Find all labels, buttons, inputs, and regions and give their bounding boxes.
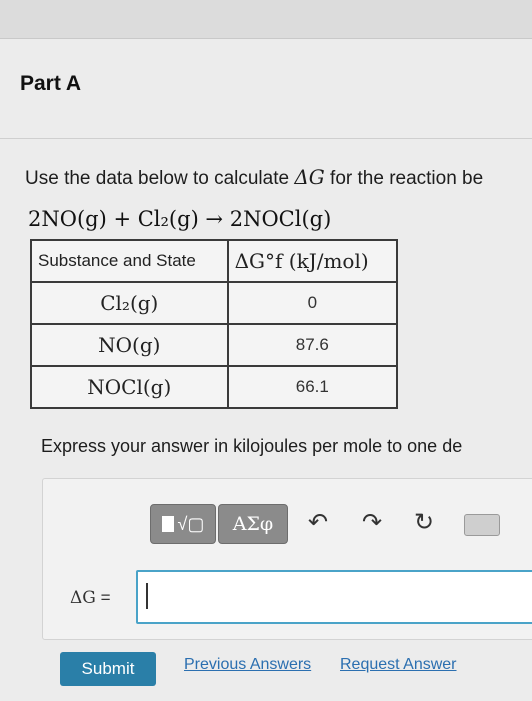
answer-symbol: ΔG <box>70 588 96 608</box>
value-cell: 87.6 <box>226 323 399 367</box>
reset-icon[interactable]: ↻ <box>414 508 434 536</box>
part-title: Part A <box>20 72 82 95</box>
answer-instruction: Express your answer in kilojoules per mo… <box>41 436 463 456</box>
question-prompt: Use the data below to calculate ΔG for t… <box>25 165 483 190</box>
prompt-symbol: ΔG <box>294 165 325 189</box>
table-row: NOCl(g) 66.1 <box>30 365 399 409</box>
previous-answers-link[interactable]: Previous Answers <box>184 656 311 674</box>
prompt-text-after: for the reaction be <box>324 168 484 189</box>
redo-icon[interactable]: ↷ <box>362 508 382 536</box>
keyboard-icon[interactable] <box>464 514 500 536</box>
table-row: NO(g) 87.6 <box>30 323 399 367</box>
radical-icon: √▢ <box>177 513 205 534</box>
substance-cell: NO(g) <box>30 323 229 367</box>
header-delta-g: ΔG°f (kJ/mol) <box>226 239 399 283</box>
answer-input[interactable] <box>136 570 532 624</box>
substance-cell: Cl₂(g) <box>30 281 229 325</box>
prompt-text: Use the data below to calculate <box>25 168 295 189</box>
header-strip <box>0 0 532 38</box>
value-cell: 0 <box>226 281 399 325</box>
table-row: Cl₂(g) 0 <box>30 281 399 325</box>
greek-symbols-button[interactable]: ΑΣφ <box>218 504 288 544</box>
table-header-row: Substance and State ΔG°f (kJ/mol) <box>30 239 399 283</box>
value-cell: 66.1 <box>226 365 399 409</box>
reaction-equation: 2NO(g) + Cl₂(g) → 2NOCl(g) <box>28 207 332 231</box>
text-caret <box>146 583 148 609</box>
thermo-data-table: Substance and State ΔG°f (kJ/mol) Cl₂(g)… <box>30 239 399 409</box>
submit-button[interactable]: Submit <box>60 652 156 686</box>
templates-button[interactable]: √▢ <box>150 504 216 544</box>
answer-equals: = <box>95 588 111 607</box>
divider <box>0 138 532 139</box>
request-answer-link[interactable]: Request Answer <box>340 656 457 674</box>
templates-icon <box>161 516 174 532</box>
undo-icon[interactable]: ↶ <box>308 508 328 536</box>
header-substance: Substance and State <box>30 239 229 283</box>
substance-cell: NOCl(g) <box>30 365 229 409</box>
answer-label: ΔG = <box>70 588 111 608</box>
